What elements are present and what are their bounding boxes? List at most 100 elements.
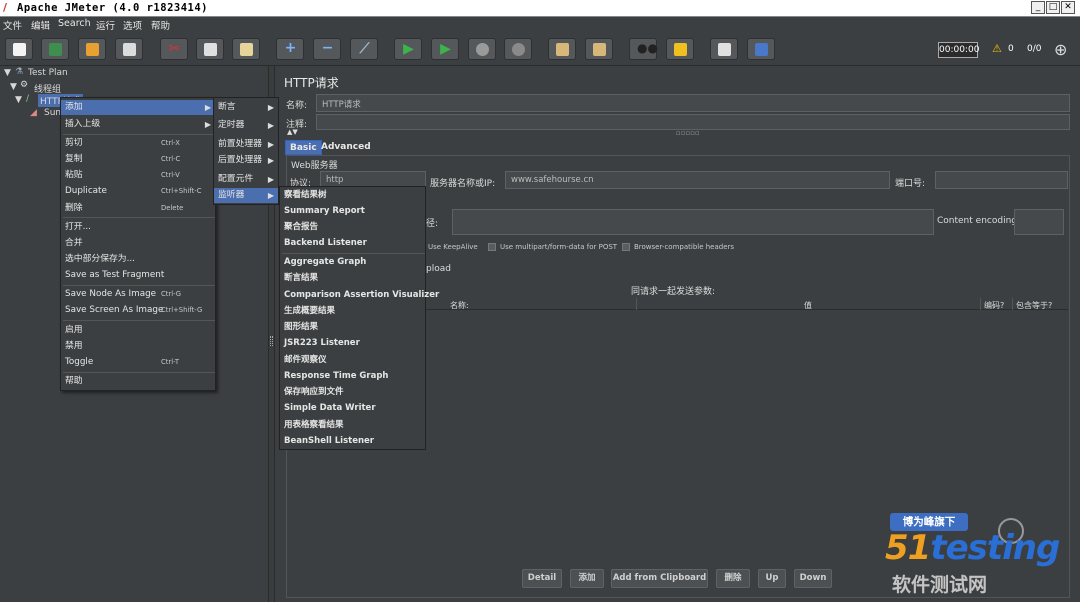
submenu-item-timers[interactable]: 定时器 ▶ bbox=[214, 118, 278, 133]
menu-item-disable[interactable]: 禁用 bbox=[61, 339, 215, 354]
col-divider bbox=[1012, 298, 1013, 310]
listener-response-time-graph[interactable]: Response Time Graph bbox=[280, 369, 425, 384]
submenu-item-post-processors[interactable]: 后置处理器 ▶ bbox=[214, 153, 278, 168]
tree-expander[interactable]: ▼ bbox=[4, 68, 11, 78]
down-button[interactable]: Down bbox=[794, 569, 832, 588]
menu-item-copy[interactable]: 复制 Ctrl-C bbox=[61, 152, 215, 167]
listener-generate-summary-results[interactable]: 生成概要结果 bbox=[280, 304, 425, 319]
menu-item-label: 选中部分保存为... bbox=[65, 254, 135, 264]
new-button[interactable] bbox=[5, 38, 33, 60]
submenu-item-pre-processors[interactable]: 前置处理器 ▶ bbox=[214, 137, 278, 152]
listener-simple-data-writer[interactable]: Simple Data Writer bbox=[280, 401, 425, 416]
listener-jsr223-listener[interactable]: JSR223 Listener bbox=[280, 336, 425, 351]
menu-item-open[interactable]: 打开... bbox=[61, 220, 215, 235]
stop-button[interactable] bbox=[468, 38, 496, 60]
clear-button[interactable] bbox=[548, 38, 576, 60]
col-value[interactable]: 值 bbox=[804, 300, 812, 311]
comment-field[interactable] bbox=[316, 114, 1070, 130]
minimize-button[interactable]: _ bbox=[1031, 1, 1045, 14]
add-button[interactable]: 添加 bbox=[570, 569, 604, 588]
warning-icon[interactable]: ⚠ bbox=[992, 42, 1002, 55]
menu-file[interactable]: 文件 bbox=[3, 18, 22, 32]
submenu-item-config-elements[interactable]: 配置元件 ▶ bbox=[214, 172, 278, 187]
menu-item-duplicate[interactable]: Duplicate Ctrl+Shift-C bbox=[61, 184, 215, 199]
listener-save-responses-to-file[interactable]: 保存响应到文件 bbox=[280, 385, 425, 400]
tree-node-test-plan[interactable]: Test Plan bbox=[28, 68, 68, 78]
listener-backend-listener[interactable]: Backend Listener bbox=[280, 236, 425, 251]
paste-button[interactable] bbox=[232, 38, 260, 60]
menu-options[interactable]: 选项 bbox=[123, 18, 142, 32]
collapse-button[interactable]: − bbox=[313, 38, 341, 60]
delete-button[interactable]: 删除 bbox=[716, 569, 750, 588]
split-grip[interactable] bbox=[270, 336, 273, 346]
remote-globe-icon[interactable]: ⊕ bbox=[1054, 40, 1067, 59]
shutdown-button[interactable] bbox=[504, 38, 532, 60]
port-field[interactable] bbox=[935, 171, 1068, 189]
cut-button[interactable]: ✂ bbox=[160, 38, 188, 60]
server-field[interactable]: www.safehourse.cn bbox=[505, 171, 890, 189]
save-button[interactable] bbox=[115, 38, 143, 60]
add-from-clipboard-button[interactable]: Add from Clipboard bbox=[611, 569, 708, 588]
menu-item-save-screen-as-image[interactable]: Save Screen As Image Ctrl+Shift-G bbox=[61, 303, 215, 318]
clear-all-button[interactable] bbox=[585, 38, 613, 60]
close-button[interactable]: ✕ bbox=[1061, 1, 1075, 14]
tab-files-upload[interactable]: pload bbox=[426, 264, 451, 274]
listener-view-results-in-table[interactable]: 用表格察看结果 bbox=[280, 418, 425, 433]
tree-expander[interactable]: ▼ bbox=[15, 95, 22, 105]
col-encode[interactable]: 编码? bbox=[984, 300, 1004, 311]
tree-expander[interactable]: ▼ bbox=[10, 82, 17, 92]
menu-search[interactable]: Search bbox=[58, 18, 91, 29]
menu-item-paste[interactable]: 粘贴 Ctrl-V bbox=[61, 168, 215, 183]
menu-help[interactable]: 帮助 bbox=[151, 18, 170, 32]
up-button[interactable]: Up bbox=[758, 569, 786, 588]
submenu-item-listeners[interactable]: 监听器 ▶ bbox=[214, 188, 278, 203]
menu-edit[interactable]: 编辑 bbox=[31, 18, 50, 32]
listener-aggregate-graph[interactable]: Aggregate Graph bbox=[280, 255, 425, 270]
resize-dots[interactable]: ▫▫▫▫▫ bbox=[676, 129, 700, 137]
menu-run[interactable]: 运行 bbox=[96, 18, 115, 32]
listener-comparison-assertion-visualizer[interactable]: Comparison Assertion Visualizer bbox=[280, 288, 439, 303]
start-button[interactable]: ▶ bbox=[394, 38, 422, 60]
menu-item-add[interactable]: 添加 ▶ bbox=[61, 100, 215, 115]
search-button[interactable]: ●● bbox=[629, 38, 658, 60]
listener-graph-results[interactable]: 图形结果 bbox=[280, 320, 425, 335]
browser-headers-checkbox[interactable] bbox=[622, 243, 630, 251]
menu-item-toggle[interactable]: Toggle Ctrl-T bbox=[61, 355, 215, 370]
content-encoding-field[interactable] bbox=[1014, 209, 1064, 235]
multipart-checkbox[interactable] bbox=[488, 243, 496, 251]
tab-advanced[interactable]: Advanced bbox=[317, 140, 375, 155]
open-button[interactable] bbox=[78, 38, 106, 60]
menu-item-delete[interactable]: 删除 Delete bbox=[61, 201, 215, 216]
listener-summary-report[interactable]: Summary Report bbox=[280, 204, 425, 219]
menu-item-cut[interactable]: 剪切 Ctrl-X bbox=[61, 136, 215, 151]
name-field[interactable]: HTTP请求 bbox=[316, 94, 1070, 112]
listener-mailer-visualizer[interactable]: 邮件观察仪 bbox=[280, 353, 425, 368]
menu-item-enable[interactable]: 启用 bbox=[61, 323, 215, 338]
submenu-arrow-icon: ▶ bbox=[267, 156, 274, 165]
col-name[interactable]: 名称: bbox=[450, 300, 469, 311]
listener-assertion-results[interactable]: 断言结果 bbox=[280, 271, 425, 286]
menu-item-help[interactable]: 帮助 bbox=[61, 374, 215, 389]
listener-view-results-tree[interactable]: 察看结果树 bbox=[280, 188, 425, 203]
help-button[interactable] bbox=[747, 38, 775, 60]
detail-button[interactable]: Detail bbox=[522, 569, 562, 588]
start-no-pauses-button[interactable]: ▶ bbox=[431, 38, 459, 60]
menu-item-insert-parent[interactable]: 插入上级 ▶ bbox=[61, 117, 215, 132]
menu-item-save-node-as-image[interactable]: Save Node As Image Ctrl-G bbox=[61, 287, 215, 302]
submenu-item-assertions[interactable]: 断言 ▶ bbox=[214, 100, 278, 115]
toggle-button[interactable]: ⟋ bbox=[350, 38, 378, 60]
menu-item-merge[interactable]: 合并 bbox=[61, 236, 215, 251]
expand-button[interactable]: + bbox=[276, 38, 304, 60]
menu-item-save-selection-as[interactable]: 选中部分保存为... bbox=[61, 252, 215, 267]
templates-button[interactable] bbox=[41, 38, 69, 60]
function-helper-button[interactable] bbox=[710, 38, 738, 60]
maximize-button[interactable]: □ bbox=[1046, 1, 1060, 14]
copy-button[interactable] bbox=[196, 38, 224, 60]
path-field[interactable] bbox=[452, 209, 934, 235]
collapse-arrows-icon[interactable]: ▲▼ bbox=[287, 128, 298, 136]
col-include-equals[interactable]: 包含等于? bbox=[1016, 300, 1052, 311]
listener-beanshell-listener[interactable]: BeanShell Listener bbox=[280, 434, 425, 449]
reset-search-button[interactable] bbox=[666, 38, 694, 60]
menu-item-save-as-test-fragment[interactable]: Save as Test Fragment bbox=[61, 268, 215, 283]
listener-aggregate-report[interactable]: 聚合报告 bbox=[280, 220, 425, 235]
